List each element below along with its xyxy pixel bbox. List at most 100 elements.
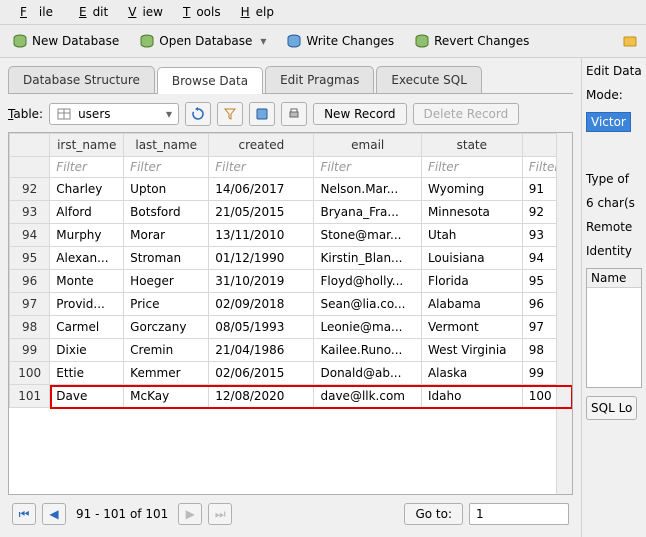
- cell[interactable]: Alford: [50, 201, 124, 224]
- cell[interactable]: Wyoming: [421, 178, 522, 201]
- filter-first-name[interactable]: Filter: [50, 157, 124, 178]
- attach-icon[interactable]: [622, 33, 638, 49]
- cell[interactable]: Kirstin_Blan...: [314, 247, 421, 270]
- cell[interactable]: dave@llk.com: [314, 385, 421, 408]
- filter-state[interactable]: Filter: [421, 157, 522, 178]
- menu-edit[interactable]: Edit: [67, 3, 114, 21]
- print-button[interactable]: [281, 102, 307, 126]
- cell[interactable]: 01/12/1990: [209, 247, 314, 270]
- cell[interactable]: Minnesota: [421, 201, 522, 224]
- cell[interactable]: Provid...: [50, 293, 124, 316]
- cell[interactable]: 98: [10, 316, 50, 339]
- cell[interactable]: 101: [10, 385, 50, 408]
- new-record-button[interactable]: New Record: [313, 103, 406, 125]
- menu-help[interactable]: Help: [229, 3, 280, 21]
- cell[interactable]: 92: [10, 178, 50, 201]
- table-row[interactable]: 97Provid...Price02/09/2018Sean@lia.co...…: [10, 293, 572, 316]
- table-row[interactable]: 101DaveMcKay12/08/2020dave@llk.comIdaho1…: [10, 385, 572, 408]
- cell[interactable]: Florida: [421, 270, 522, 293]
- tab-browse-data[interactable]: Browse Data: [157, 67, 263, 94]
- cell[interactable]: 02/06/2015: [209, 362, 314, 385]
- menu-tools[interactable]: Tools: [171, 3, 227, 21]
- first-page-button[interactable]: ⏮: [12, 503, 36, 525]
- cell[interactable]: Kailee.Runo...: [314, 339, 421, 362]
- filter-last-name[interactable]: Filter: [124, 157, 209, 178]
- revert-changes-button[interactable]: Revert Changes: [410, 31, 533, 51]
- refresh-button[interactable]: [185, 102, 211, 126]
- table-row[interactable]: 99DixieCremin21/04/1986Kailee.Runo...Wes…: [10, 339, 572, 362]
- cell[interactable]: 93: [10, 201, 50, 224]
- cell[interactable]: 96: [10, 270, 50, 293]
- goto-input[interactable]: [469, 503, 569, 525]
- col-rownum[interactable]: [10, 134, 50, 157]
- cell[interactable]: Alaska: [421, 362, 522, 385]
- cell[interactable]: Vermont: [421, 316, 522, 339]
- cell[interactable]: Donald@ab...: [314, 362, 421, 385]
- new-database-button[interactable]: New Database: [8, 31, 123, 51]
- menu-file[interactable]: File: [8, 3, 65, 21]
- cell[interactable]: 31/10/2019: [209, 270, 314, 293]
- cell[interactable]: Louisiana: [421, 247, 522, 270]
- menu-view[interactable]: View: [116, 3, 169, 21]
- vertical-scrollbar[interactable]: [556, 133, 572, 494]
- cell[interactable]: Cremin: [124, 339, 209, 362]
- tab-execute-sql[interactable]: Execute SQL: [376, 66, 482, 93]
- dropdown-icon[interactable]: ▾: [260, 34, 266, 48]
- name-column-header[interactable]: Name: [587, 269, 641, 288]
- cell[interactable]: Monte: [50, 270, 124, 293]
- cell[interactable]: Floyd@holly...: [314, 270, 421, 293]
- cell[interactable]: Ettie: [50, 362, 124, 385]
- cell[interactable]: Leonie@ma...: [314, 316, 421, 339]
- cell[interactable]: Alexan...: [50, 247, 124, 270]
- cell[interactable]: Stroman: [124, 247, 209, 270]
- cell[interactable]: Morar: [124, 224, 209, 247]
- filter-created[interactable]: Filter: [209, 157, 314, 178]
- cell[interactable]: Murphy: [50, 224, 124, 247]
- cell[interactable]: Utah: [421, 224, 522, 247]
- col-created[interactable]: created: [209, 134, 314, 157]
- cell[interactable]: Alabama: [421, 293, 522, 316]
- cell[interactable]: Charley: [50, 178, 124, 201]
- cell[interactable]: McKay: [124, 385, 209, 408]
- table-row[interactable]: 94MurphyMorar13/11/2010Stone@mar...Utah9…: [10, 224, 572, 247]
- cell[interactable]: 94: [10, 224, 50, 247]
- prev-page-button[interactable]: ◀: [42, 503, 66, 525]
- cell[interactable]: Dixie: [50, 339, 124, 362]
- table-row[interactable]: 93AlfordBotsford21/05/2015Bryana_Fra...M…: [10, 201, 572, 224]
- open-database-button[interactable]: Open Database ▾: [135, 31, 270, 51]
- cell[interactable]: Hoeger: [124, 270, 209, 293]
- cell[interactable]: Upton: [124, 178, 209, 201]
- col-state[interactable]: state: [421, 134, 522, 157]
- cell[interactable]: 14/06/2017: [209, 178, 314, 201]
- cell[interactable]: Dave: [50, 385, 124, 408]
- cell[interactable]: Botsford: [124, 201, 209, 224]
- write-changes-button[interactable]: Write Changes: [282, 31, 398, 51]
- cell[interactable]: Gorczany: [124, 316, 209, 339]
- save-button[interactable]: [249, 102, 275, 126]
- cell[interactable]: 08/05/1993: [209, 316, 314, 339]
- clear-filter-button[interactable]: [217, 102, 243, 126]
- cell[interactable]: Stone@mar...: [314, 224, 421, 247]
- table-row[interactable]: 95Alexan...Stroman01/12/1990Kirstin_Blan…: [10, 247, 572, 270]
- cell[interactable]: Nelson.Mar...: [314, 178, 421, 201]
- cell[interactable]: Sean@lia.co...: [314, 293, 421, 316]
- cell[interactable]: Idaho: [421, 385, 522, 408]
- cell[interactable]: 95: [10, 247, 50, 270]
- cell-value[interactable]: Victor: [586, 112, 631, 132]
- tab-database-structure[interactable]: Database Structure: [8, 66, 155, 93]
- cell[interactable]: Bryana_Fra...: [314, 201, 421, 224]
- cell[interactable]: West Virginia: [421, 339, 522, 362]
- cell[interactable]: 12/08/2020: [209, 385, 314, 408]
- cell[interactable]: Price: [124, 293, 209, 316]
- cell[interactable]: 02/09/2018: [209, 293, 314, 316]
- table-row[interactable]: 96MonteHoeger31/10/2019Floyd@holly...Flo…: [10, 270, 572, 293]
- cell[interactable]: 100: [10, 362, 50, 385]
- table-row[interactable]: 92CharleyUpton14/06/2017Nelson.Mar...Wyo…: [10, 178, 572, 201]
- sql-log-button[interactable]: SQL Lo: [586, 396, 637, 420]
- cell[interactable]: 13/11/2010: [209, 224, 314, 247]
- cell[interactable]: 21/05/2015: [209, 201, 314, 224]
- cell[interactable]: Carmel: [50, 316, 124, 339]
- table-row[interactable]: 100EttieKemmer02/06/2015Donald@ab...Alas…: [10, 362, 572, 385]
- col-last-name[interactable]: last_name: [124, 134, 209, 157]
- cell[interactable]: 21/04/1986: [209, 339, 314, 362]
